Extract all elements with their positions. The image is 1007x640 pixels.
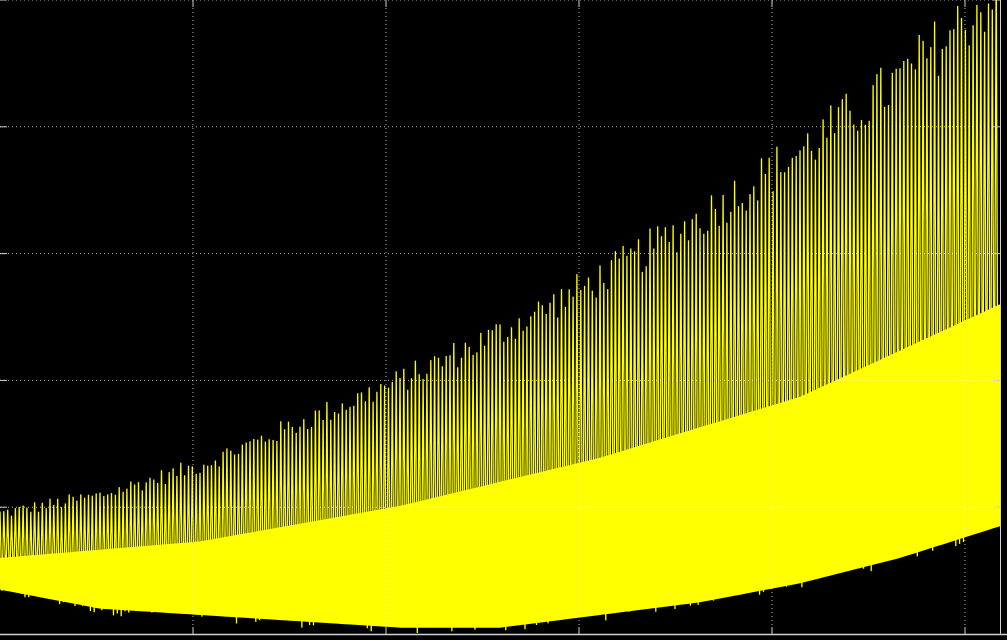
plot-area: [0, 0, 1007, 640]
oscilloscope-chart: [0, 0, 1007, 640]
